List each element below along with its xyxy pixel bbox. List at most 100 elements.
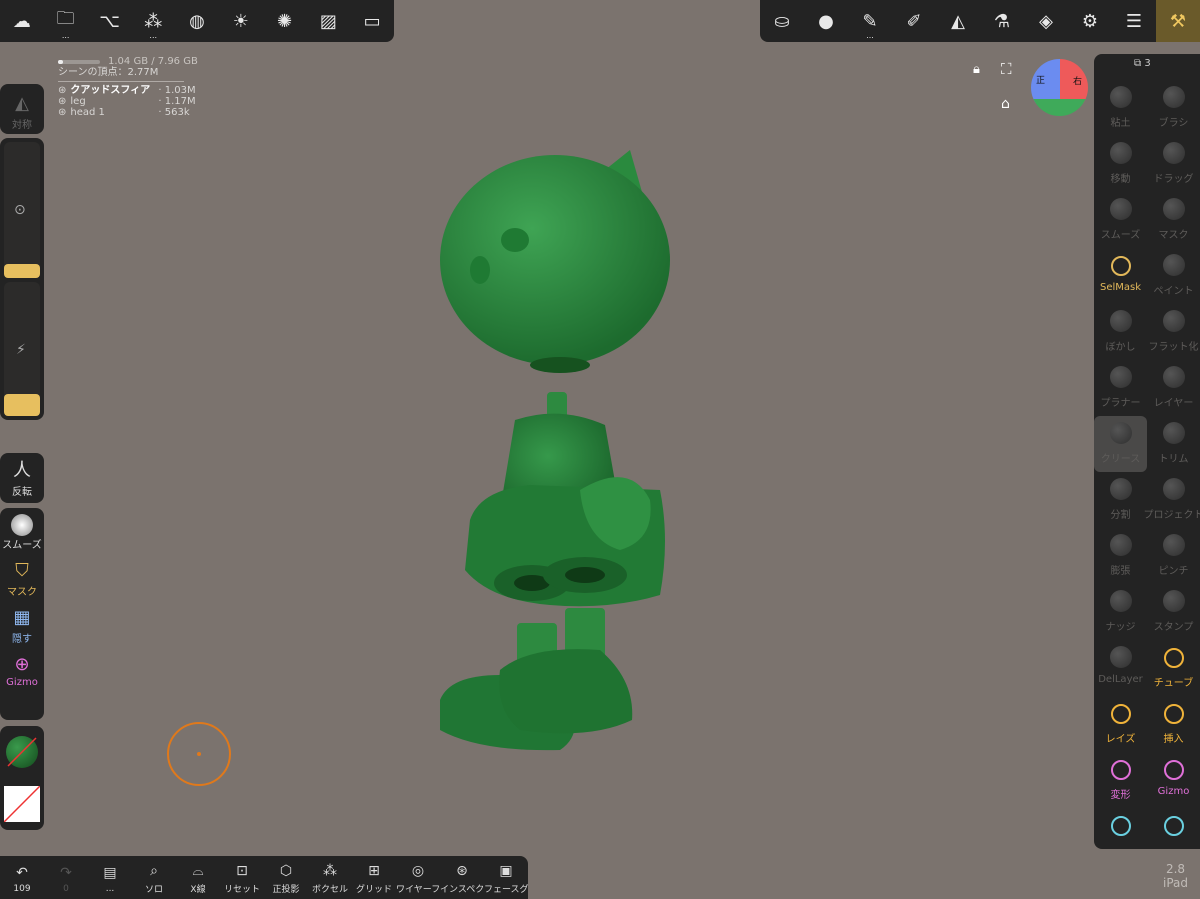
camera-video-button[interactable]: ▭ <box>350 0 394 42</box>
home-icon[interactable]: ⌂ <box>1001 96 1010 112</box>
background-image-button[interactable]: ▨ <box>306 0 350 42</box>
tool-ブラシ[interactable]: ブラシ <box>1147 80 1200 136</box>
hide-pattern-icon: ▦ <box>13 607 31 628</box>
mask-button[interactable]: ⛉ マスク <box>0 559 44 598</box>
cube-front-label: 正 <box>1036 76 1046 86</box>
tool-プロジェクト[interactable]: プロジェクト <box>1144 472 1200 528</box>
view-cube[interactable]: 正 右 <box>1031 59 1088 116</box>
flask-button[interactable]: ⚗ <box>980 0 1024 42</box>
symmetry-button[interactable]: ◭ <box>936 0 980 42</box>
object-vertex-count: · 563k <box>158 107 190 118</box>
stroke-settings-button[interactable]: ⛀ <box>760 0 804 42</box>
voxel-button[interactable]: ⁂ ボクセル <box>308 860 352 895</box>
tool-SelMask[interactable]: SelMask <box>1094 248 1147 304</box>
layers-button[interactable]: ◈ <box>1024 0 1068 42</box>
radius-slider[interactable]: ⊙ <box>4 142 40 278</box>
undo-button[interactable]: ↶ 109 <box>0 862 44 894</box>
tool-プラナー[interactable]: プラナー <box>1094 360 1147 416</box>
tool-膨張[interactable]: 膨張 <box>1094 528 1147 584</box>
material-preview-icon[interactable] <box>6 736 38 768</box>
facegroup-button[interactable]: ▣ フェースグループ <box>484 860 528 895</box>
light-sun-button[interactable]: ☀ <box>219 0 263 42</box>
tool-移動[interactable]: 移動 <box>1094 136 1147 192</box>
tool-チューブ[interactable]: チューブ <box>1147 640 1200 696</box>
ortho-cube-button[interactable]: ⬡ 正投影 <box>264 860 308 895</box>
tools-menu-button[interactable]: ⚒ <box>1156 0 1200 42</box>
lock-icon[interactable]: 🔒︎ <box>973 62 980 77</box>
object-list-item[interactable]: ⊛ head 1 · 563k <box>58 107 198 118</box>
tool-変形[interactable]: 変形 <box>1094 752 1147 808</box>
primitives-button[interactable]: ⁂... <box>131 0 175 42</box>
mask-shield-icon: ⛉ <box>15 560 29 581</box>
symmetry-button[interactable]: ◭ 対称 <box>0 92 44 131</box>
scene-vertices: シーンの頂点：2.77M <box>58 67 159 78</box>
object-list-item[interactable]: ⊛ クアッドスフィア · 1.03M <box>58 85 198 96</box>
tool-分割[interactable]: 分割 <box>1094 472 1147 528</box>
tool-ペイント[interactable]: ペイント <box>1147 248 1200 304</box>
tool-フラット化[interactable]: フラット化 <box>1147 304 1200 360</box>
hide-button[interactable]: ▦ 隠す <box>0 606 44 645</box>
invert-button[interactable]: 人 反転 <box>0 459 44 498</box>
object-list-item[interactable]: ⊛ leg · 1.17M <box>58 96 198 107</box>
tool-スムーズ[interactable]: スムーズ <box>1094 192 1147 248</box>
tool-ぼかし[interactable]: ぼかし <box>1094 304 1147 360</box>
grid-button[interactable]: ⊞ グリッド <box>352 860 396 895</box>
matcap-sphere-button[interactable]: ● <box>804 0 848 42</box>
settings-gear-button[interactable]: ⚙ <box>1068 0 1112 42</box>
tool-icon <box>1162 478 1185 500</box>
fullscreen-icon[interactable]: ⛶ <box>1001 60 1012 78</box>
tool-レイズ[interactable]: レイズ <box>1094 696 1147 752</box>
invert-label: 反転 <box>12 487 32 498</box>
history-button[interactable]: ▤... <box>88 862 132 894</box>
nomad-logo-button[interactable]: ☁ <box>0 0 44 42</box>
reset-camera-button[interactable]: ⊡ リセット <box>220 860 264 895</box>
ortho-cube-icon: ⬡ <box>279 863 293 879</box>
nomad-logo-icon: ☁ <box>12 10 31 32</box>
inspector-button[interactable]: ⊛ インスペクター <box>440 860 484 895</box>
radius-icon: ⊙ <box>14 202 26 218</box>
tool-DelLayer[interactable]: DelLayer <box>1094 640 1147 696</box>
gizmo-button[interactable]: ⊕ Gizmo <box>0 653 44 688</box>
material-sphere-button[interactable]: ◍ <box>175 0 219 42</box>
cube-right-label: 右 <box>1073 77 1083 87</box>
smooth-button[interactable]: スムーズ <box>0 514 44 551</box>
redo-button[interactable]: ↷ 0 <box>44 862 88 894</box>
xray-glasses-button[interactable]: ⌓ X線 <box>176 860 220 895</box>
tool-挿入[interactable]: 挿入 <box>1147 696 1200 752</box>
tool-レイヤー[interactable]: レイヤー <box>1147 360 1200 416</box>
inspector-icon: ⊛ <box>456 863 468 879</box>
paint-brush-button[interactable]: ✐ <box>892 0 936 42</box>
tool-label: 変形 <box>1110 790 1131 801</box>
color-swatch-icon[interactable] <box>3 785 41 823</box>
pen-button[interactable]: ✎... <box>848 0 892 42</box>
intensity-icon: ⚡ <box>16 342 26 358</box>
scene-graph-button[interactable]: ⌥ <box>88 0 132 42</box>
3d-model-viewport[interactable] <box>420 140 700 760</box>
tool-label: ナッジ <box>1105 622 1136 633</box>
sliders-button[interactable]: ☰ <box>1112 0 1156 42</box>
solo-search-button[interactable]: ⌕ ソロ <box>132 860 176 895</box>
tool-Gizmo[interactable]: Gizmo <box>1147 752 1200 808</box>
tool-label: DelLayer <box>1098 674 1143 685</box>
postprocess-aperture-button[interactable]: ✺ <box>263 0 307 42</box>
tool-マスク[interactable]: マスク <box>1147 192 1200 248</box>
intensity-knob[interactable] <box>4 394 40 416</box>
tool-ナッジ[interactable]: ナッジ <box>1094 584 1147 640</box>
brush-sliders-panel: ⊙ ⚡ <box>0 138 44 420</box>
history-icon: ▤ <box>103 864 117 881</box>
wireframe-button[interactable]: ◎ ワイヤーフレーム <box>396 860 440 895</box>
tool-ドラッグ[interactable]: ドラッグ <box>1147 136 1200 192</box>
tool-粘土[interactable]: 粘土 <box>1094 80 1147 136</box>
tool-スタンプ[interactable]: スタンプ <box>1147 584 1200 640</box>
tool-label: レイズ <box>1105 734 1136 745</box>
intensity-slider[interactable]: ⚡ <box>4 282 40 416</box>
tool-ピンチ[interactable]: ピンチ <box>1147 528 1200 584</box>
tool-camera-icon[interactable] <box>1147 808 1200 864</box>
radius-knob[interactable] <box>4 264 40 278</box>
toolbar-label: ボクセル <box>311 885 348 895</box>
tool-クリース[interactable]: クリース <box>1094 416 1147 472</box>
tool-ruler-icon[interactable] <box>1094 808 1147 864</box>
tool-トリム[interactable]: トリム <box>1147 416 1200 472</box>
version-number: 2.8 <box>1165 862 1186 876</box>
folder-button[interactable]: 🗀... <box>44 0 88 42</box>
